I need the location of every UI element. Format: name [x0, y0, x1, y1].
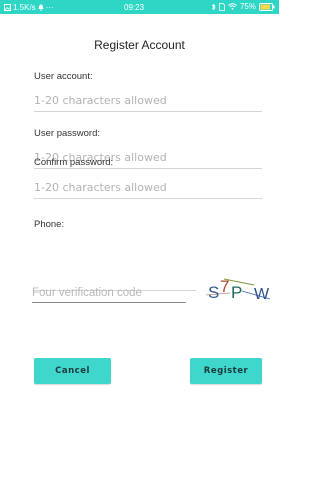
cancel-button[interactable]: Cancel	[34, 358, 111, 384]
status-bar: 1.5K/s ··· 09:23 75%	[0, 0, 279, 14]
image-icon	[4, 4, 11, 11]
user-account-label: User account:	[34, 71, 93, 82]
confirm-password-input[interactable]	[34, 176, 262, 199]
svg-text:W: W	[254, 286, 270, 303]
sim-icon	[219, 2, 225, 11]
status-left: 1.5K/s ···	[4, 3, 54, 12]
svg-text:S: S	[208, 283, 219, 302]
user-account-input[interactable]	[34, 89, 262, 112]
user-password-label: User password:	[34, 128, 100, 139]
captcha-image[interactable]: S 7 P W	[196, 273, 272, 303]
wifi-icon	[228, 3, 237, 10]
svg-text:7: 7	[220, 277, 229, 296]
bluetooth-icon	[211, 3, 216, 10]
verification-code-input[interactable]	[32, 284, 186, 303]
more-dots: ···	[45, 3, 54, 12]
phone-label: Phone:	[34, 219, 65, 230]
status-right: 75%	[211, 2, 275, 11]
notification-icon	[38, 4, 44, 11]
battery-icon	[259, 2, 275, 11]
clock: 09:23	[124, 3, 145, 12]
svg-text:P: P	[231, 283, 242, 302]
register-button[interactable]: Register	[190, 358, 262, 384]
network-speed: 1.5K/s	[13, 3, 36, 12]
confirm-password-label: Confirm password:	[34, 157, 114, 168]
page-title: Register Account	[94, 38, 185, 52]
battery-percent: 75%	[239, 2, 256, 11]
